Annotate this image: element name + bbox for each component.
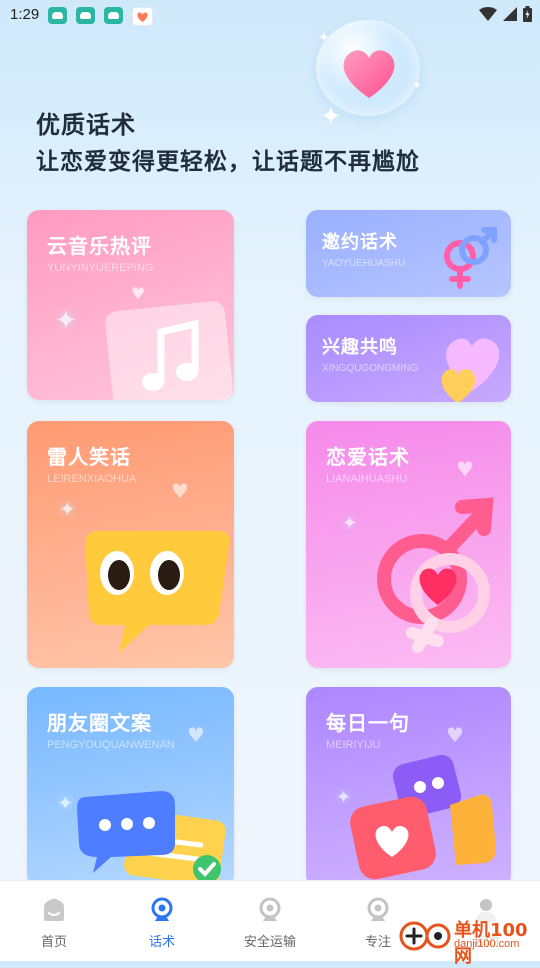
tab-safe-transport[interactable]: 安全运输 bbox=[216, 881, 324, 961]
tab-label: 首页 bbox=[40, 935, 67, 950]
sparkle-decoration: ✦ bbox=[412, 78, 423, 92]
tab-huashu[interactable]: 话术 bbox=[108, 881, 216, 961]
heart-decoration: ♥ bbox=[456, 457, 474, 481]
heart-decoration: ♥ bbox=[131, 284, 146, 303]
card-yunyinyue-reping[interactable]: 云音乐热评 YUNYINYUEREPING ✦ ♥ bbox=[27, 210, 234, 400]
card-subtitle: YUNYINYUEREPING bbox=[47, 262, 154, 274]
tab-home[interactable]: 首页 bbox=[0, 881, 108, 961]
card-title: 恋爱话术 bbox=[326, 445, 410, 469]
chat-bubble-icon bbox=[77, 791, 226, 887]
sparkle-decoration: ✦ bbox=[57, 791, 74, 815]
music-note-icon bbox=[105, 301, 233, 400]
card-subtitle: XINGQUGONGMING bbox=[322, 363, 419, 374]
tab-label: 话术 bbox=[148, 935, 175, 950]
watermark-url: danji100.com bbox=[454, 938, 520, 950]
sparkle-decoration: ✦ bbox=[342, 513, 358, 534]
notification-heart-icon bbox=[132, 7, 153, 26]
headline-title: 优质话术 bbox=[36, 111, 136, 139]
page-headline: 优质话术 让恋爱变得更轻松，让话题不再尴尬 bbox=[36, 108, 420, 182]
sparkle-decoration: ✦ bbox=[318, 30, 330, 46]
headline-subtitle: 让恋爱变得更轻松，让话题不再尴尬 bbox=[36, 149, 420, 175]
wifi-icon bbox=[479, 7, 497, 21]
gender-symbols-icon bbox=[444, 227, 497, 289]
heart-decoration: ♥ bbox=[171, 479, 189, 503]
card-title: 雷人笑话 bbox=[47, 445, 131, 469]
watermark-logo-icon bbox=[399, 921, 451, 951]
card-title: 朋友圈文案 bbox=[47, 711, 152, 735]
card-leiren-xiaohua[interactable]: 雷人笑话 LEIRENXIAOHUA ♥ ✦ bbox=[27, 421, 234, 668]
card-title: 邀约话术 bbox=[322, 232, 398, 253]
heart-decoration: ♥ bbox=[446, 723, 464, 747]
heart-message-icon bbox=[350, 754, 496, 880]
card-pengyouquan-wenan[interactable]: 朋友圈文案 PENGYOUQUANWENAN ♥ ✦ bbox=[27, 687, 234, 887]
sparkle-decoration: ✦ bbox=[55, 306, 77, 336]
heart-icon bbox=[343, 50, 395, 98]
card-title: 每日一句 bbox=[326, 711, 410, 735]
notification-app-icon bbox=[76, 7, 95, 24]
card-subtitle: LEIRENXIAOHUA bbox=[47, 473, 137, 485]
eyes-bubble-icon bbox=[85, 531, 230, 653]
status-bar: 1:29 bbox=[0, 0, 540, 32]
notification-app-icon bbox=[104, 7, 123, 24]
card-lianai-huashu[interactable]: 恋爱话术 LIANAIHUASHU ♥ ✦ bbox=[306, 421, 511, 668]
card-meiri-yiju[interactable]: 每日一句 MEIRIYIJU ♥ ✦ bbox=[306, 687, 511, 887]
card-xingqu-gongming[interactable]: 兴趣共鸣 XINGQUGONGMING bbox=[306, 315, 511, 402]
heart-decoration: ♥ bbox=[187, 723, 205, 747]
card-subtitle: LIANAIHUASHU bbox=[326, 473, 408, 485]
site-watermark: 单机100网 danji100.com bbox=[394, 912, 540, 967]
sparkle-decoration: ✦ bbox=[336, 787, 352, 808]
sparkle-decoration: ✦ bbox=[59, 497, 76, 521]
home-icon bbox=[44, 898, 64, 921]
card-title: 云音乐热评 bbox=[47, 234, 152, 258]
battery-icon bbox=[523, 6, 532, 22]
status-time: 1:29 bbox=[10, 6, 40, 23]
card-yaoyue-huashu[interactable]: 邀约话术 YAOYUEHUASHU bbox=[306, 210, 511, 297]
card-title: 兴趣共鸣 bbox=[322, 337, 398, 358]
hearts-icon bbox=[441, 338, 500, 402]
webcam-icon bbox=[151, 897, 173, 921]
card-subtitle: PENGYOUQUANWENAN bbox=[47, 739, 175, 751]
tab-label: 安全运输 bbox=[243, 935, 296, 950]
card-subtitle: MEIRIYIJU bbox=[326, 739, 381, 751]
cell-signal-icon bbox=[503, 7, 517, 21]
love-symbol-icon bbox=[377, 497, 494, 653]
webcam-icon bbox=[367, 897, 389, 921]
card-subtitle: YAOYUEHUASHU bbox=[322, 258, 406, 269]
webcam-icon bbox=[259, 897, 281, 921]
notification-app-icon bbox=[48, 7, 67, 24]
